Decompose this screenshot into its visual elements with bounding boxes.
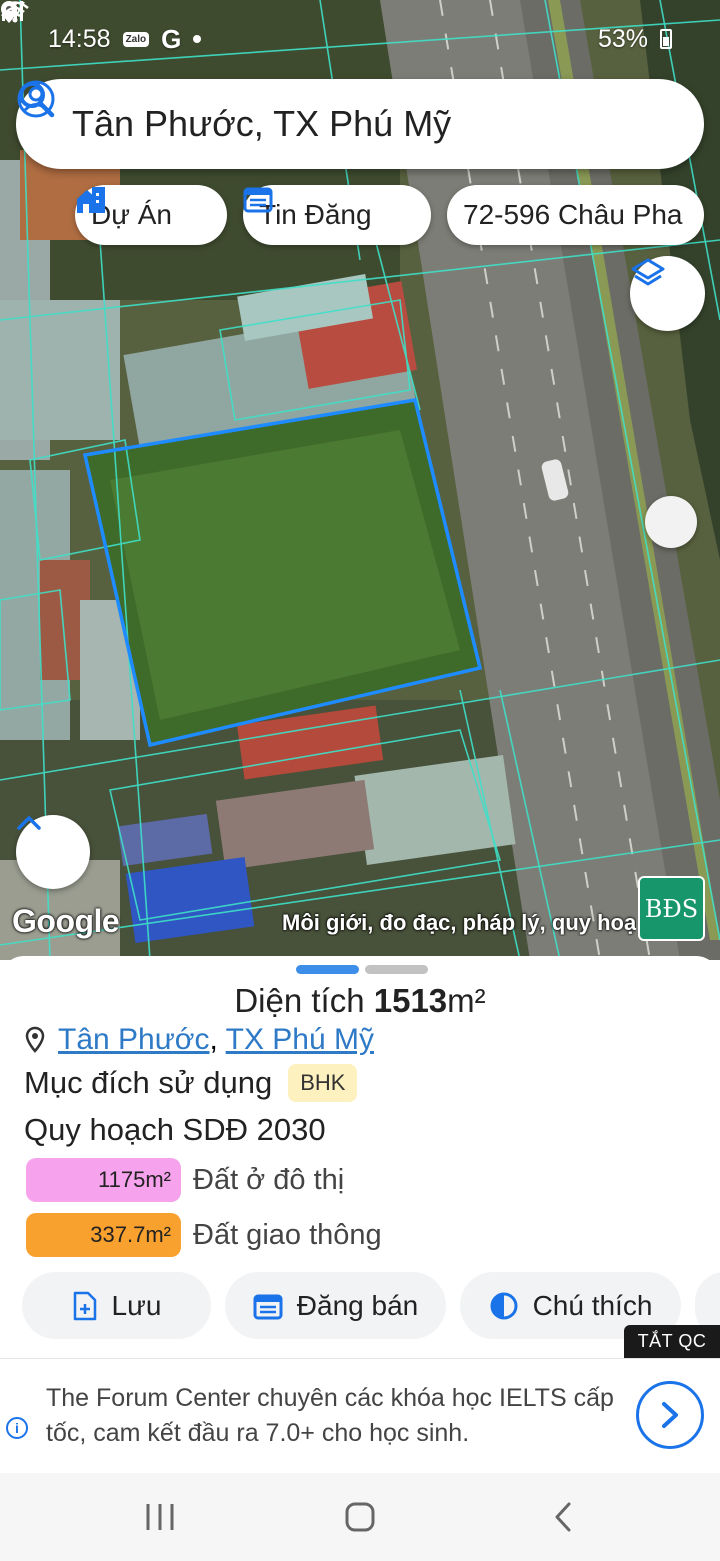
- battery-percent: 53%: [597, 24, 648, 53]
- sheet-pager[interactable]: [296, 965, 428, 974]
- signal-sim2-icon: [2, 1, 23, 21]
- parcel-info-sheet[interactable]: Diện tích 1513m² Tân Phước, TX Phú Mỹ Mụ…: [0, 956, 720, 1356]
- home-button[interactable]: [343, 1499, 377, 1535]
- location-separator: ,: [209, 1023, 226, 1056]
- location-row: Tân Phước, TX Phú Mỹ: [24, 1023, 374, 1057]
- search-query[interactable]: Tân Phước, TX Phú Mỹ: [72, 103, 680, 145]
- google-notification-icon: G: [161, 23, 182, 54]
- zone-row-transport: 337.7m² Đất giao thông: [26, 1213, 382, 1257]
- pager-dot-active[interactable]: [296, 965, 359, 974]
- legend-button-label: Chú thích: [532, 1289, 653, 1321]
- recent-apps-icon: [146, 1504, 174, 1530]
- ad-banner[interactable]: i The Forum Center chuyên các khóa học I…: [0, 1358, 720, 1473]
- town-link[interactable]: TX Phú Mỹ: [226, 1023, 374, 1056]
- purpose-row: Mục đích sử dụng BHK: [24, 1064, 358, 1102]
- system-nav-bar: [0, 1473, 720, 1561]
- chip-du-an[interactable]: Dự Án: [75, 185, 227, 245]
- layers-icon: [631, 258, 665, 286]
- battery-icon: [660, 29, 672, 49]
- calendar-list-icon: [253, 1294, 283, 1319]
- building-icon: [77, 187, 105, 213]
- ad-text[interactable]: The Forum Center chuyên các khóa học IEL…: [46, 1381, 616, 1451]
- search-bar[interactable]: Tân Phước, TX Phú Mỹ: [16, 79, 704, 169]
- chevron-right-icon: [662, 1402, 678, 1428]
- search-icon[interactable]: [16, 79, 56, 119]
- area-label: Diện tích: [234, 982, 365, 1019]
- zone-area-bar: 337.7m²: [26, 1213, 181, 1257]
- chip-address-label: 72-596 Châu Pha: [463, 199, 683, 230]
- contrast-icon: [490, 1292, 518, 1319]
- close-ad-button[interactable]: TẮT QC: [624, 1325, 720, 1358]
- map-caption: Môi giới, đo đạc, pháp lý, quy hoạch: [282, 910, 636, 935]
- chip-tin-dang-label: Tin Đăng: [259, 199, 372, 230]
- home-icon: [345, 1502, 375, 1532]
- google-logo: Google: [12, 903, 120, 939]
- satellite-map[interactable]: 14:58 Zalo G 53% Tân Phước, TX Phú Mỹ Dự…: [0, 0, 720, 960]
- back-button[interactable]: [551, 1499, 575, 1535]
- area-title: Diện tích 1513m²: [0, 982, 720, 1020]
- side-drag-handle[interactable]: [645, 496, 697, 548]
- zone-area-bar: 1175m²: [26, 1158, 181, 1202]
- plan-label: Quy hoạch SDĐ 2030: [24, 1112, 326, 1147]
- zone-name: Đất ở đô thị: [193, 1163, 345, 1196]
- save-button-label: Lưu: [111, 1289, 162, 1321]
- zone-row-urban: 1175m² Đất ở đô thị: [26, 1158, 344, 1202]
- area-value: 1513: [373, 982, 448, 1019]
- chevron-up-icon: [17, 816, 41, 830]
- ad-info-icon[interactable]: i: [6, 1417, 28, 1439]
- ward-link[interactable]: Tân Phước: [58, 1023, 209, 1056]
- calendar-list-icon: [243, 187, 273, 213]
- save-button[interactable]: Lưu: [22, 1272, 211, 1339]
- back-icon: [555, 1502, 571, 1532]
- location-pin-icon: [25, 1026, 45, 1053]
- status-time: 14:58: [48, 24, 111, 53]
- app-screen: 14:58 Zalo G 53% Tân Phước, TX Phú Mỹ Dự…: [0, 0, 720, 1561]
- zalo-notification-icon: Zalo: [122, 31, 150, 47]
- zone-name: Đất giao thông: [193, 1218, 382, 1251]
- recent-apps-button[interactable]: [143, 1499, 177, 1535]
- status-bar: 14:58 Zalo G 53%: [0, 0, 720, 78]
- more-notifications-dot-icon: [193, 35, 202, 43]
- bds-logo: BĐS: [638, 876, 705, 941]
- ad-open-button[interactable]: [636, 1381, 704, 1449]
- post-sale-button-label: Đăng bán: [296, 1289, 419, 1321]
- pager-dot[interactable]: [365, 965, 428, 974]
- expand-button[interactable]: [16, 815, 90, 889]
- purpose-label: Mục đích sử dụng: [24, 1065, 273, 1100]
- purpose-code-badge: BHK: [288, 1064, 358, 1102]
- chip-tin-dang[interactable]: Tin Đăng: [243, 185, 431, 245]
- layers-button[interactable]: [630, 256, 705, 331]
- chip-address[interactable]: 72-596 Châu Pha: [447, 185, 704, 245]
- area-unit: m²: [447, 982, 486, 1019]
- post-sale-button[interactable]: Đăng bán: [225, 1272, 446, 1339]
- add-document-icon: [73, 1291, 96, 1320]
